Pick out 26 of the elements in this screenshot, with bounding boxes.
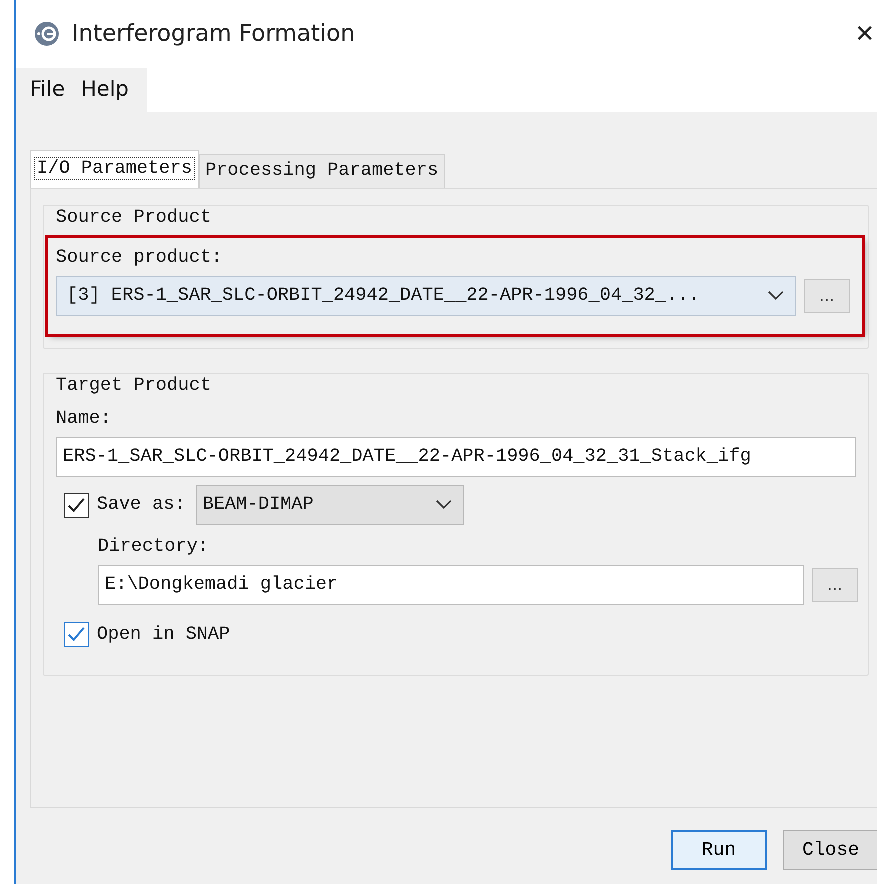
field-label: Directory: [98, 535, 210, 559]
menu-item[interactable]: File [22, 74, 74, 106]
group-title: Target Product [56, 374, 212, 398]
close-button[interactable]: Close [783, 830, 877, 870]
run-button[interactable]: Run [671, 830, 767, 870]
tab[interactable]: Processing Parameters [199, 154, 445, 188]
menu-item[interactable]: Help [73, 74, 138, 106]
checkbox[interactable] [64, 622, 89, 648]
name-field[interactable]: ERS-1_SAR_SLC-ORBIT_24942_DATE__22-APR-1996_04_32_31_Stack_ifg [56, 437, 856, 477]
window-title: Interferogram Formation [72, 20, 356, 49]
checkbox-label: Save as: [97, 493, 186, 518]
checkbox[interactable] [64, 492, 89, 518]
checkbox-label: Open in SNAP [97, 622, 230, 647]
tab[interactable]: I/O Parameters [30, 150, 200, 188]
chevron-icon [434, 499, 453, 511]
group-title: Source Product [56, 206, 212, 230]
app-logo-icon [34, 21, 60, 47]
browse-button[interactable]: ... [812, 568, 858, 602]
product-dropdown[interactable]: [3] ERS-1_SAR_SLC-ORBIT_24942_DATE__22-APR-1996_04_32_... [56, 276, 796, 316]
field-label: Name: [56, 407, 113, 432]
chevron-icon [767, 290, 785, 302]
field-label: Source product: [56, 246, 224, 270]
format-dropdown[interactable]: BEAM-DIMAP [196, 485, 464, 525]
browse-button[interactable]: ... [804, 278, 850, 312]
directory-field[interactable]: E:\Dongkemadi glacier [98, 564, 804, 605]
close-button[interactable]: ✕ [852, 22, 877, 46]
